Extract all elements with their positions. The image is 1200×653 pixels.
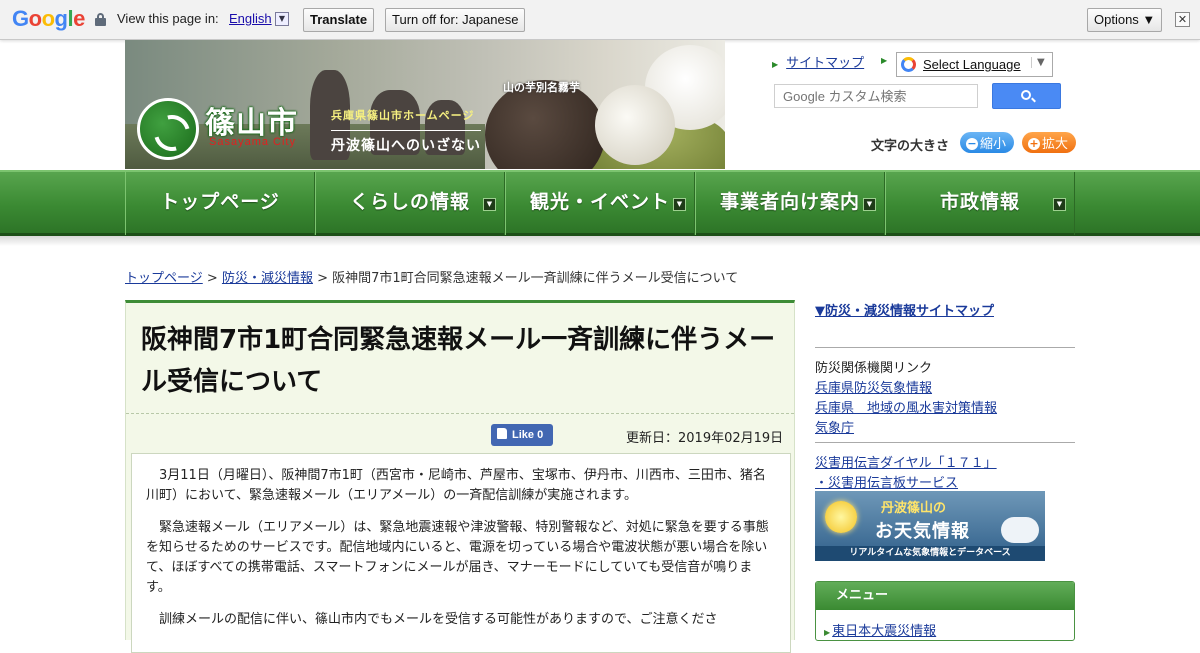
breadcrumb-section-link[interactable]: 防災・減災情報	[222, 271, 313, 286]
search-icon	[1021, 90, 1031, 100]
weather-info-banner[interactable]: 丹波篠山の お天気情報 リアルタイムな気象情報とデータベース	[815, 491, 1045, 561]
article-paragraph: 緊急速報メール（エリアメール）は、緊急地震速報や津波警報、特別警報など、対処に緊…	[146, 520, 769, 595]
article-body: 3月11日（月曜日）、阪神間7市1町（西宮市・尼崎市、芦屋市、宝塚市、伊丹市、川…	[131, 453, 791, 653]
cloud-icon	[1001, 517, 1039, 543]
font-larger-label: 拡大	[1042, 137, 1069, 152]
google-logo: Google	[12, 6, 85, 31]
sidebar-menu-heading: メニュー	[816, 582, 1074, 610]
select-language-dropdown[interactable]: Select Language ▼	[896, 52, 1053, 77]
city-emblem-icon	[137, 98, 199, 160]
sidebar-link-jma[interactable]: 気象庁	[815, 417, 854, 436]
font-smaller-label: 縮小	[980, 137, 1007, 152]
title-divider	[126, 413, 794, 414]
sun-icon	[825, 501, 857, 533]
minus-icon: −	[966, 137, 978, 150]
article-paragraph: 3月11日（月曜日）、阪神間7市1町（西宮市・尼崎市、芦屋市、宝塚市、伊丹市、川…	[146, 468, 766, 503]
site-logo-subtitle: Sasayama City	[209, 136, 296, 148]
sidebar-link-hyogo-flood[interactable]: 兵庫県 地域の風水害対策情報	[815, 397, 997, 416]
chevron-down-icon[interactable]: ▼	[863, 198, 876, 211]
sidebar-divider	[815, 347, 1075, 348]
sidebar-links-heading: 防災関係機関リンク	[815, 361, 933, 376]
nav-item-tourism[interactable]: 観光・イベント ▼	[505, 172, 695, 235]
lock-icon	[95, 13, 106, 26]
search-button[interactable]	[992, 83, 1061, 109]
weather-banner-title: 丹波篠山の	[881, 501, 947, 516]
sitemap-link-label[interactable]: サイトマップ	[786, 56, 864, 71]
sitemap-link[interactable]: ▶ サイトマップ	[772, 52, 864, 71]
turn-off-button[interactable]: Turn off for: Japanese	[385, 8, 526, 32]
global-nav: トップページ くらしの情報 ▼ 観光・イベント ▼ 事業者向け案内 ▼ 市政情報 ▼	[0, 170, 1200, 236]
translate-button[interactable]: Translate	[303, 8, 375, 32]
sidebar-menu: メニュー ▶ 東日本大震災情報	[815, 581, 1075, 641]
translate-prompt: View this page in:	[117, 11, 219, 26]
banner-yam-image	[595, 85, 675, 165]
updated-date: 更新日：2019年02月19日	[626, 431, 784, 446]
plus-icon: +	[1028, 137, 1040, 150]
font-size-label: 文字の大きさ	[871, 139, 950, 154]
chevron-down-icon[interactable]: ▼	[673, 198, 686, 211]
chevron-down-icon[interactable]: ▼	[1053, 198, 1066, 211]
nav-item-top[interactable]: トップページ	[125, 172, 315, 235]
sidebar-sitemap-link[interactable]: ▼防災・減災情報サイトマップ	[815, 300, 994, 319]
sidebar-link-dial-171[interactable]: 災害用伝言ダイヤル「１７１」	[815, 452, 997, 471]
weather-banner-heading: お天気情報	[875, 521, 970, 542]
breadcrumb-current: 阪神間7市1町合同緊急速報メール一斉訓練に伴うメール受信について	[332, 271, 739, 286]
nav-item-business[interactable]: 事業者向け案内 ▼	[695, 172, 885, 235]
like-count-label: Like 0	[512, 429, 544, 441]
nav-item-label: トップページ	[160, 191, 280, 213]
thumbs-up-icon	[497, 428, 507, 439]
arrow-right-icon: ▶	[881, 56, 888, 65]
breadcrumb: トップページ > 防災・減災情報 > 阪神間7市1町合同緊急速報メール一斉訓練に…	[125, 267, 738, 286]
nav-shadow	[0, 236, 1200, 246]
sidebar-divider	[815, 442, 1075, 443]
nav-item-label: くらしの情報	[349, 191, 470, 213]
breadcrumb-separator: >	[317, 271, 328, 286]
banner-subtitle: 兵庫県篠山市ホームページ	[331, 109, 475, 122]
weather-banner-caption: リアルタイムな気象情報とデータベース	[815, 546, 1045, 561]
article-paragraph: 訓練メールの配信に伴い、篠山市内でもメールを受信する可能性がありますので、ご注意…	[159, 612, 718, 627]
chevron-down-icon[interactable]: ▼	[275, 12, 289, 26]
chevron-down-icon[interactable]: ▼	[483, 198, 496, 211]
header-banner[interactable]: 篠山市 Sasayama City 兵庫県篠山市ホームページ 丹波篠山へのいざな…	[125, 40, 725, 169]
nav-item-label: 市政情報	[939, 191, 1020, 213]
banner-yam-label: 山の芋別名霧芋	[503, 81, 580, 94]
banner-tagline: 丹波篠山へのいざない	[331, 130, 481, 155]
sidebar-link-message-board[interactable]: ・災害用伝言板サービス	[815, 472, 958, 491]
google-translate-bar: Google View this page in: English ▼ Tran…	[0, 0, 1200, 40]
select-language-label[interactable]: Select Language	[923, 57, 1021, 72]
font-smaller-button[interactable]: − 縮小	[960, 132, 1015, 153]
font-larger-button[interactable]: + 拡大	[1022, 132, 1077, 153]
search-input[interactable]	[774, 84, 978, 108]
breadcrumb-separator: >	[206, 271, 218, 286]
nav-item-cityhall[interactable]: 市政情報 ▼	[885, 172, 1075, 235]
chevron-down-icon[interactable]: ▼	[1031, 57, 1045, 68]
sidebar-link-hyogo-weather[interactable]: 兵庫県防災気象情報	[815, 377, 932, 396]
sidebar-menu-item[interactable]: ▶ 東日本大震災情報	[816, 610, 1074, 639]
nav-item-label: 事業者向け案内	[719, 191, 860, 213]
nav-item-living[interactable]: くらしの情報 ▼	[315, 172, 505, 235]
page-title: 阪神間7市1町合同緊急速報メール一斉訓練に伴うメール受信について	[141, 325, 776, 397]
translate-language-select[interactable]: English	[229, 11, 272, 26]
arrow-right-icon: ▶	[824, 628, 831, 637]
breadcrumb-home-link[interactable]: トップページ	[125, 271, 203, 286]
facebook-like-button[interactable]: Like 0	[491, 424, 553, 446]
options-button[interactable]: Options ▼	[1087, 8, 1163, 32]
close-icon[interactable]: ✕	[1175, 12, 1190, 27]
article: 阪神間7市1町合同緊急速報メール一斉訓練に伴うメール受信について Like 0 …	[125, 300, 795, 653]
arrow-right-icon: ▶	[772, 60, 779, 69]
search-icon-handle	[1031, 97, 1036, 103]
nav-item-label: 観光・イベント	[529, 191, 670, 213]
sidebar-menu-item-label[interactable]: 東日本大震災情報	[832, 624, 936, 639]
google-g-icon	[901, 57, 916, 72]
